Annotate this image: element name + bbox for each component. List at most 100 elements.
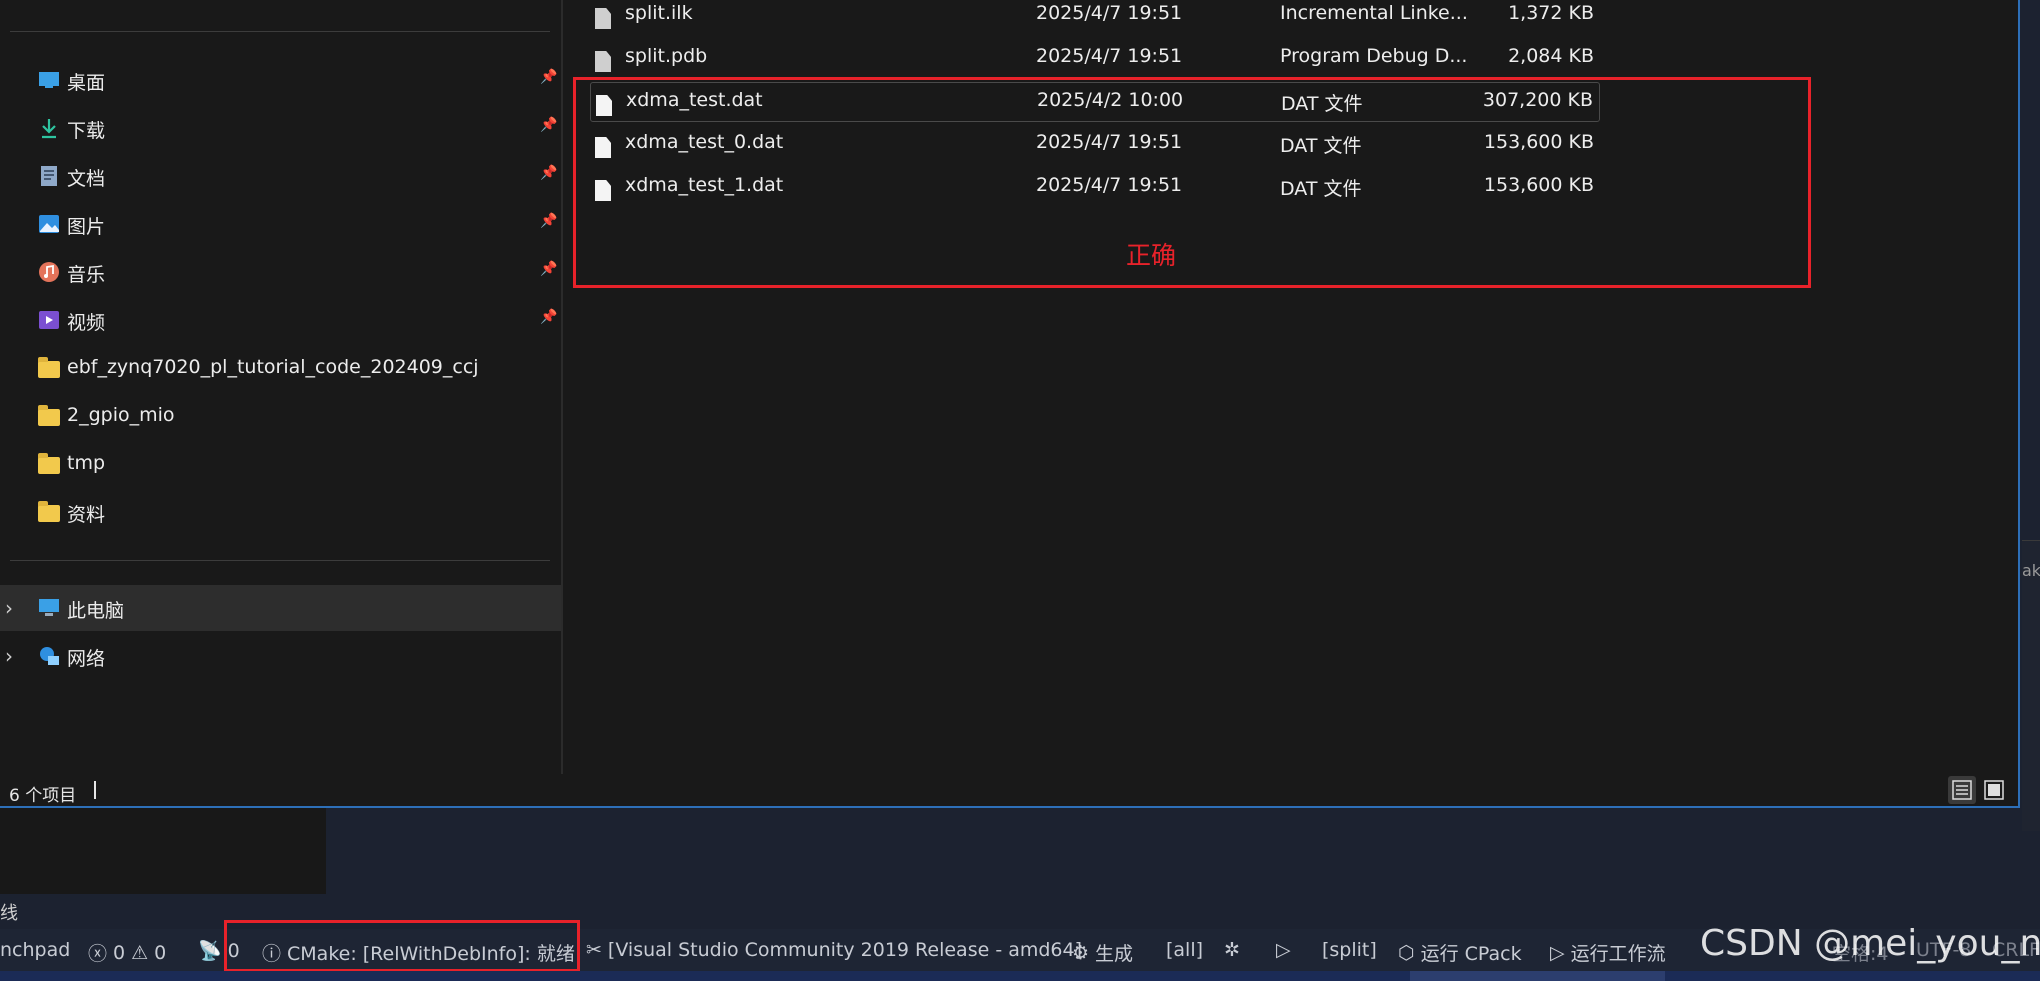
navigation-pane: 桌面 📌 下载 📌 文档 📌 图片 📌 音乐 📌 视频 📌 ebf_zynq70… [0, 0, 563, 774]
file-icon [595, 2, 613, 29]
debug-button[interactable]: ✲ [1224, 939, 1240, 961]
nav-divider [10, 560, 550, 561]
background-strip: ak [2022, 540, 2040, 831]
pin-icon[interactable]: 📌 [540, 213, 557, 229]
nav-item-label: 音乐 [67, 264, 106, 286]
highlight-box-cmake [224, 920, 580, 972]
cmake-kit-label: [Visual Studio Community 2019 Release - … [607, 939, 1083, 961]
folder-icon [38, 357, 60, 379]
warning-icon: ⚠ [131, 941, 149, 964]
file-row[interactable]: split.pdb 2025/4/7 19:51 Program Debug D… [590, 39, 1600, 79]
run-workflow-button[interactable]: ▷ 运行工作流 [1550, 939, 1666, 966]
details-view-icon[interactable] [1948, 776, 1976, 804]
tiles-view-icon[interactable] [1980, 776, 2008, 804]
desktop-icon [38, 69, 60, 91]
workflow-label: 运行工作流 [1570, 943, 1666, 965]
computer-icon [38, 597, 60, 619]
file-date: 2025/4/7 19:51 [1036, 45, 1183, 67]
run-button[interactable]: ▷ [1276, 939, 1291, 961]
nav-item-label: 2_gpio_mio [67, 404, 175, 426]
file-type: Incremental Linke... [1280, 2, 1468, 24]
nav-item-label: 下载 [67, 120, 106, 142]
gear-icon: ⚙ [1072, 941, 1090, 964]
cmake-kit-item[interactable]: ✂ [Visual Studio Community 2019 Release -… [586, 939, 1082, 961]
target-label: [all] [1166, 939, 1204, 961]
file-size: 2,084 KB [1508, 45, 1594, 67]
file-explorer-window: 桌面 📌 下载 📌 文档 📌 图片 📌 音乐 📌 视频 📌 ebf_zynq70… [0, 0, 2020, 808]
annotation-text: 正确 [1126, 241, 1177, 270]
tools-icon: ✂ [586, 939, 602, 961]
file-type: Program Debug D... [1280, 45, 1468, 67]
target-label: [split] [1322, 939, 1377, 961]
launchpad-item[interactable]: nchpad [0, 939, 70, 961]
nav-item-folder[interactable]: 资料 [0, 489, 561, 535]
file-name: split.ilk [625, 2, 693, 24]
chevron-right-icon[interactable]: › [5, 644, 13, 668]
nav-item-label: 文档 [67, 168, 106, 190]
nav-item-label: 资料 [67, 504, 106, 526]
folder-icon [38, 405, 60, 427]
nav-item-this-pc[interactable]: › 此电脑 [0, 585, 561, 631]
file-row[interactable]: split.ilk 2025/4/7 19:51 Incremental Lin… [590, 0, 1600, 36]
play-icon: ▷ [1550, 941, 1565, 964]
nav-item-documents[interactable]: 文档 📌 [0, 153, 561, 199]
text-cursor [94, 781, 96, 799]
network-icon [38, 645, 60, 667]
nav-item-pictures[interactable]: 图片 📌 [0, 201, 561, 247]
cpack-label: 运行 CPack [1420, 943, 1522, 965]
nav-item-label: 视频 [67, 312, 106, 334]
folder-icon [38, 453, 60, 475]
nav-item-network[interactable]: › 网络 [0, 633, 561, 679]
panel-label: 线 [0, 903, 18, 924]
nav-item-label: 网络 [67, 648, 106, 670]
nav-item-folder[interactable]: tmp [0, 441, 561, 487]
chevron-right-icon[interactable]: › [5, 596, 13, 620]
nav-item-folder[interactable]: ebf_zynq7020_pl_tutorial_code_202409_ccj [0, 345, 561, 391]
nav-item-desktop[interactable]: 桌面 📌 [0, 57, 561, 103]
item-count: 6 个项目 [9, 786, 77, 806]
build-button[interactable]: ⚙ 生成 [1072, 939, 1133, 966]
build-label: 生成 [1095, 943, 1134, 965]
file-date: 2025/4/7 19:51 [1036, 2, 1183, 24]
pin-icon[interactable]: 📌 [540, 69, 557, 85]
video-icon [38, 309, 60, 331]
nav-item-label: 图片 [67, 216, 106, 238]
nav-item-label: 桌面 [67, 72, 106, 94]
taskbar-segment [1410, 971, 1665, 981]
file-icon [595, 45, 613, 72]
run-cpack-button[interactable]: ⬡ 运行 CPack [1398, 939, 1522, 966]
side-text-fragment: ak [2022, 561, 2040, 580]
nav-item-label: ebf_zynq7020_pl_tutorial_code_202409_ccj [67, 356, 479, 378]
download-icon [38, 117, 60, 139]
pin-icon[interactable]: 📌 [540, 261, 557, 277]
folder-icon [38, 501, 60, 523]
nav-item-videos[interactable]: 视频 📌 [0, 297, 561, 343]
document-icon [38, 165, 60, 187]
background-panel [0, 808, 326, 894]
explorer-status-bar: 6 个项目 [0, 774, 2018, 806]
problems-item[interactable]: ⓧ 0 ⚠ 0 [88, 939, 166, 966]
launch-target-split[interactable]: [split] [1322, 939, 1377, 961]
pin-icon[interactable]: 📌 [540, 165, 557, 181]
pictures-icon [38, 213, 60, 235]
nav-item-folder[interactable]: 2_gpio_mio [0, 393, 561, 439]
error-icon: ⓧ [88, 943, 108, 965]
file-size: 1,372 KB [1508, 2, 1594, 24]
warning-count: 0 [154, 941, 167, 964]
pin-icon[interactable]: 📌 [540, 309, 557, 325]
pin-icon[interactable]: 📌 [540, 117, 557, 133]
error-count: 0 [113, 941, 126, 964]
nav-divider [10, 31, 550, 32]
highlight-box [573, 77, 1811, 288]
nav-item-downloads[interactable]: 下载 📌 [0, 105, 561, 151]
package-icon: ⬡ [1398, 941, 1415, 964]
play-icon: ▷ [1276, 939, 1291, 961]
file-name: split.pdb [625, 45, 708, 67]
nav-item-music[interactable]: 音乐 📌 [0, 249, 561, 295]
music-icon [38, 261, 60, 283]
nav-item-label: 此电脑 [67, 600, 125, 622]
bug-icon: ✲ [1224, 939, 1240, 961]
launchpad-label: nchpad [0, 939, 71, 961]
build-target-all[interactable]: [all] [1166, 939, 1203, 961]
broadcast-icon: 📡 [198, 940, 222, 962]
